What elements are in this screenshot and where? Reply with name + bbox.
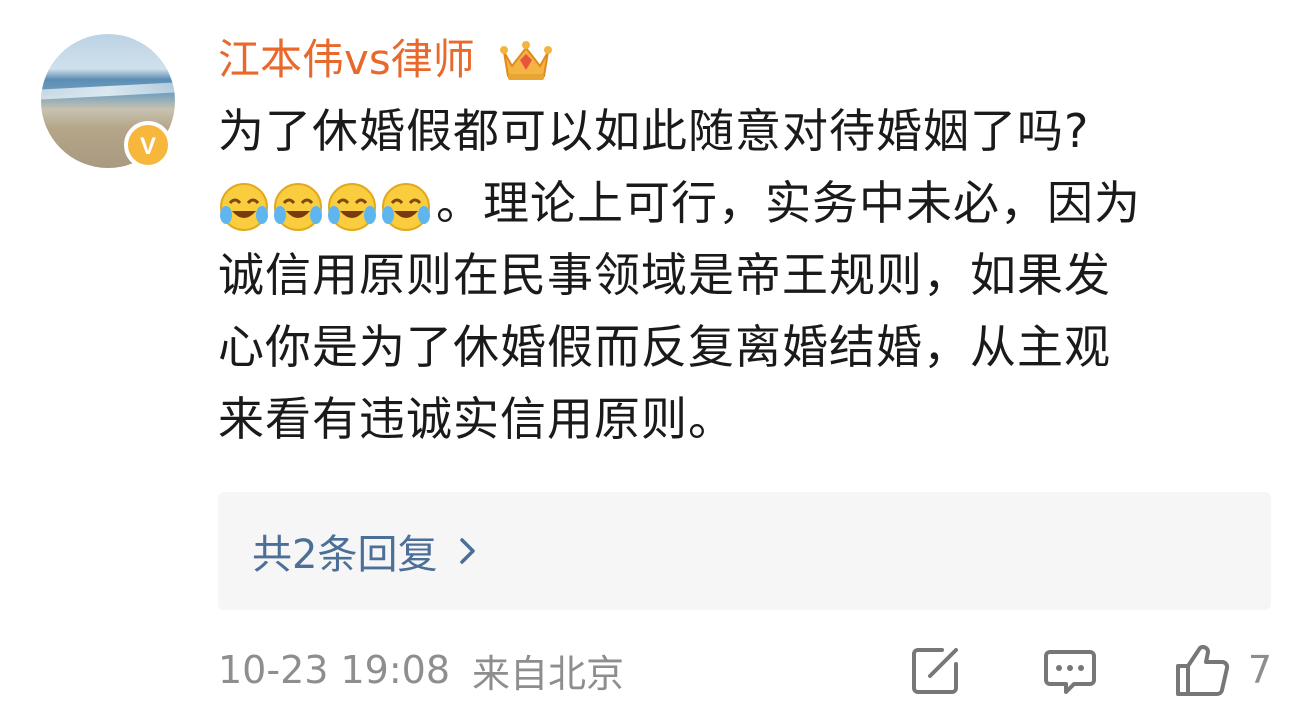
comment-line-1: 为了休婚假都可以如此随意对待婚姻了吗? <box>218 104 1090 158</box>
reply-comment-icon[interactable] <box>1042 642 1098 698</box>
comment-line-2-text: 。理论上可行，实务中未必，因为 <box>436 176 1141 230</box>
comment-meta: 10-23 19:08 来自北京 <box>218 640 624 700</box>
verified-badge-icon: V <box>124 121 172 169</box>
laugh-cry-emoji-icon <box>328 182 376 231</box>
action-bar: 7 <box>908 640 1272 700</box>
verified-v-icon: V <box>140 133 156 157</box>
emoji-group <box>218 181 434 233</box>
comment-line-3: 诚信用原则在民事领域是帝王规则，如果发 <box>218 248 1111 302</box>
like-count: 7 <box>1247 648 1272 692</box>
comment-card: V 江本伟vs律师 为了休婚假都可以如此随意对待婚姻了吗? 。理论上可行，实务中… <box>0 0 1312 716</box>
like-thumb-icon[interactable] <box>1174 642 1230 698</box>
laugh-cry-emoji-icon <box>274 182 322 231</box>
comment-line-4: 心你是为了休婚假而反复离婚结婚，从主观 <box>218 320 1111 374</box>
view-replies-label: 共2条回复 <box>252 532 438 578</box>
svg-text:V: V <box>140 133 156 157</box>
username-link[interactable]: 江本伟vs律师 <box>218 32 475 88</box>
comment-line-2: 。理论上可行，实务中未必，因为 <box>218 167 1284 239</box>
avatar-surf <box>41 82 175 100</box>
share-icon[interactable] <box>908 642 964 698</box>
comment-location: 来自北京 <box>472 651 625 696</box>
laugh-cry-emoji-icon <box>220 182 268 231</box>
comment-line-5: 来看有违诚实信用原则。 <box>218 392 735 446</box>
comment-text: 为了休婚假都可以如此随意对待婚姻了吗? 。理论上可行，实务中未必，因为 诚信用原… <box>218 95 1284 455</box>
replies-box: 共2条回复 <box>218 492 1271 610</box>
crown-icon <box>500 41 552 80</box>
comment-time: 10-23 19:08 <box>218 648 451 692</box>
chevron-right-icon <box>460 538 476 564</box>
laugh-cry-emoji-icon <box>382 182 430 231</box>
view-replies-link[interactable]: 共2条回复 <box>252 522 479 580</box>
